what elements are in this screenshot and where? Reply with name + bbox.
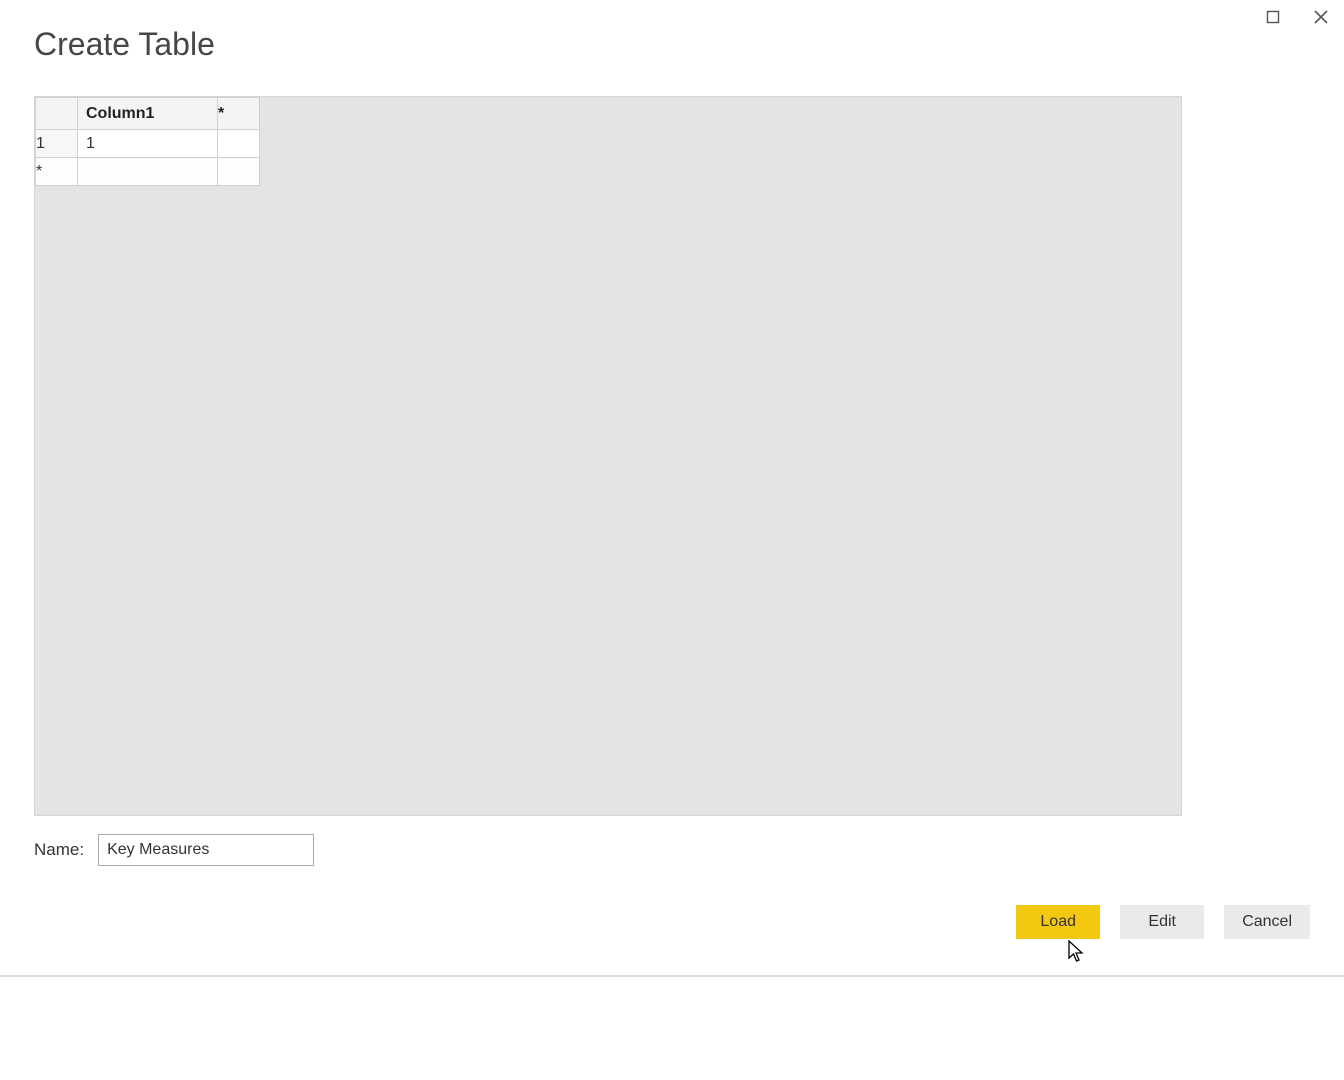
data-grid[interactable]: Column1 * 1 1 *: [35, 97, 260, 186]
name-label: Name:: [34, 840, 84, 860]
cell[interactable]: 1: [78, 130, 218, 158]
table-name-input[interactable]: [98, 834, 314, 866]
cell-add-column[interactable]: [218, 130, 260, 158]
maximize-button[interactable]: [1258, 4, 1288, 30]
dialog-buttons: Load Edit Cancel: [1016, 905, 1310, 939]
load-button[interactable]: Load: [1016, 905, 1100, 939]
cancel-button[interactable]: Cancel: [1224, 905, 1310, 939]
new-row-cell[interactable]: [78, 158, 218, 186]
row-number[interactable]: 1: [36, 130, 78, 158]
new-row-add-cell[interactable]: [218, 158, 260, 186]
window-controls: [1258, 4, 1336, 30]
new-row-marker[interactable]: *: [36, 158, 78, 186]
row-header-corner[interactable]: [36, 98, 78, 130]
table-name-row: Name:: [34, 834, 314, 866]
data-grid-area[interactable]: Column1 * 1 1 *: [34, 96, 1182, 816]
edit-button[interactable]: Edit: [1120, 905, 1204, 939]
add-column-header[interactable]: *: [218, 98, 260, 130]
column-header[interactable]: Column1: [78, 98, 218, 130]
bottom-separator: [0, 975, 1344, 977]
new-row[interactable]: *: [36, 158, 260, 186]
mouse-cursor-icon: [1068, 940, 1086, 964]
dialog-title: Create Table: [34, 26, 215, 63]
close-button[interactable]: [1306, 4, 1336, 30]
table-row[interactable]: 1 1: [36, 130, 260, 158]
